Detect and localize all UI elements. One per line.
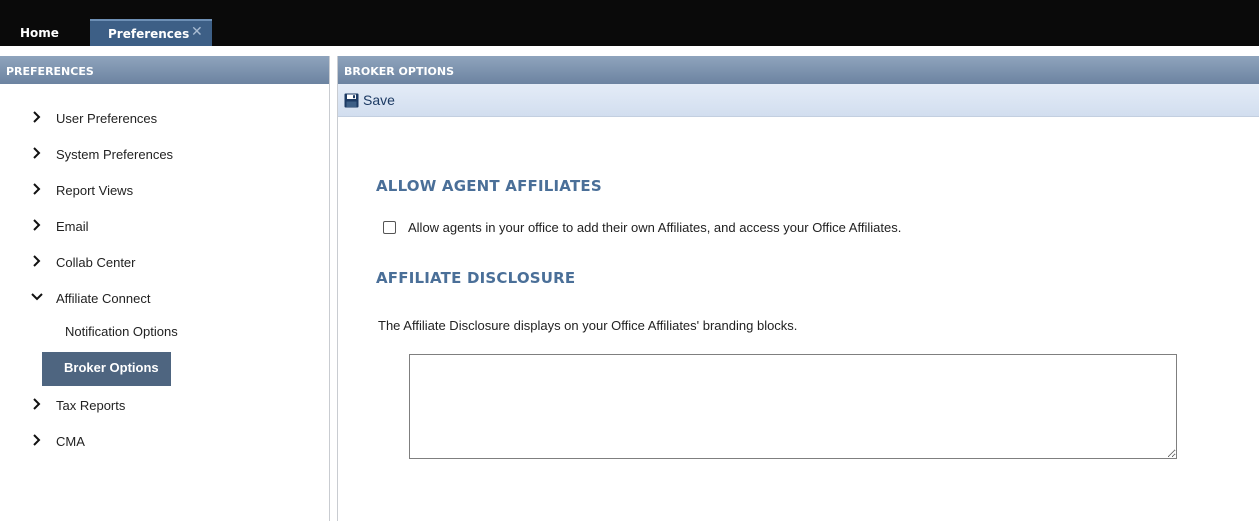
chevron-right-icon xyxy=(33,219,41,231)
nav-item-label: User Preferences xyxy=(56,111,158,126)
chevron-right-icon xyxy=(33,398,41,410)
floppy-disk-icon xyxy=(344,93,359,107)
nav-item-email[interactable]: Email xyxy=(0,212,329,242)
nav-item-report-views[interactable]: Report Views xyxy=(0,176,329,206)
chevron-right-icon xyxy=(33,147,41,159)
nav-item-user-preferences[interactable]: User Preferences xyxy=(0,104,329,134)
affiliate-disclosure-description: The Affiliate Disclosure displays on you… xyxy=(378,318,798,333)
allow-agent-affiliates-heading: ALLOW AGENT AFFILIATES xyxy=(376,177,602,195)
nav-item-label: Email xyxy=(56,219,89,234)
save-label: Save xyxy=(363,92,395,108)
separator xyxy=(0,46,1259,56)
toolbar: Save xyxy=(338,84,1259,117)
affiliate-disclosure-heading: AFFILIATE DISCLOSURE xyxy=(376,269,576,287)
close-icon[interactable]: ✕ xyxy=(191,23,203,40)
nav-item-affiliate-connect[interactable]: Affiliate Connect xyxy=(0,284,329,314)
sub-item-broker-options[interactable]: Broker Options xyxy=(42,352,171,386)
nav-item-label: Tax Reports xyxy=(56,398,126,413)
chevron-down-icon xyxy=(31,293,43,301)
tab-preferences[interactable]: Preferences ✕ xyxy=(90,19,212,46)
allow-agents-label[interactable]: Allow agents in your office to add their… xyxy=(408,220,901,235)
nav-item-system-preferences[interactable]: System Preferences xyxy=(0,140,329,170)
chevron-right-icon xyxy=(33,111,41,123)
tab-home[interactable]: Home xyxy=(20,26,59,40)
tab-preferences-label: Preferences xyxy=(108,27,190,41)
broker-options-title: BROKER OPTIONS xyxy=(338,56,1259,84)
nav-item-label: CMA xyxy=(56,434,85,449)
nav-item-cma[interactable]: CMA xyxy=(0,427,329,457)
sub-item-label: Broker Options xyxy=(64,360,159,375)
nav-item-tax-reports[interactable]: Tax Reports xyxy=(0,391,329,421)
nav-item-label: Affiliate Connect xyxy=(56,291,151,306)
save-button[interactable]: Save xyxy=(344,90,395,110)
chevron-right-icon xyxy=(33,183,41,195)
chevron-right-icon xyxy=(33,255,41,267)
sub-item-notification-options[interactable]: Notification Options xyxy=(42,316,202,350)
nav-item-label: Collab Center xyxy=(56,255,136,270)
preferences-panel-title: PREFERENCES xyxy=(0,56,329,84)
allow-agents-checkbox[interactable] xyxy=(383,221,396,234)
nav-item-collab-center[interactable]: Collab Center xyxy=(0,248,329,278)
chevron-right-icon xyxy=(33,434,41,446)
preferences-panel: PREFERENCES User Preferences System Pref… xyxy=(0,56,330,521)
nav-item-label: System Preferences xyxy=(56,147,174,162)
sub-item-label: Notification Options xyxy=(65,324,178,339)
tab-bar: Home Preferences ✕ xyxy=(0,0,1259,46)
affiliate-disclosure-textarea[interactable] xyxy=(409,354,1177,459)
broker-options-panel: BROKER OPTIONS Save ALLOW AGENT AFFILIAT… xyxy=(337,56,1259,521)
nav-item-label: Report Views xyxy=(56,183,134,198)
allow-agents-row: Allow agents in your office to add their… xyxy=(383,220,901,235)
